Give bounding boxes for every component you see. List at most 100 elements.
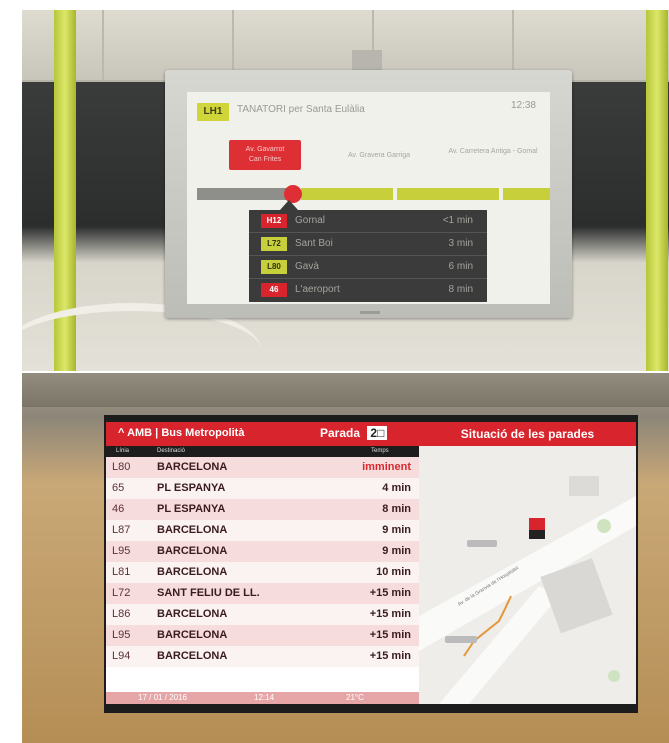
- connection-row: 46 L'aeroport 8 min: [249, 279, 487, 301]
- stop-label: Parada 2□: [320, 426, 388, 440]
- connection-row: L80 Gavà 6 min: [249, 256, 487, 279]
- current-stop-marker: [529, 530, 545, 539]
- connection-line-badge: L80: [261, 260, 287, 274]
- map-park: [608, 670, 620, 682]
- departure-time: 8 min: [382, 503, 411, 515]
- col-time-header: Temps: [371, 448, 389, 454]
- connections-pointer: [280, 200, 298, 210]
- current-stop-marker: [529, 518, 545, 530]
- column-headers: Línia Destinació Temps: [106, 446, 419, 457]
- departure-row: L81 BARCELONA 10 min: [106, 562, 419, 583]
- departure-time: 10 min: [376, 566, 411, 578]
- clock: 12:38: [511, 100, 536, 112]
- departure-line: L95: [112, 629, 131, 641]
- amb-brand-text: AMB | Bus Metropolità: [127, 427, 245, 439]
- departure-destination: BARCELONA: [157, 650, 228, 662]
- connection-row: H12 Gornal <1 min: [249, 210, 487, 233]
- connections-panel: H12 Gornal <1 min L72 Sant Boi 3 min L80…: [249, 210, 487, 302]
- departure-line: L80: [112, 461, 131, 473]
- parada-label: Parada: [320, 426, 361, 440]
- clock-time: 12:38: [510, 100, 536, 111]
- map-park: [597, 519, 611, 533]
- departure-destination: BARCELONA: [157, 461, 228, 473]
- monitor-bracket: [352, 50, 382, 72]
- connection-destination: L'aeroport: [295, 284, 340, 295]
- departure-destination: BARCELONA: [157, 545, 228, 557]
- shelter-ceiling: [22, 373, 669, 407]
- departure-row: 46 PL ESPANYA 8 min: [106, 499, 419, 520]
- departure-destination: SANT FELIU DE LL.: [157, 587, 260, 599]
- departure-line: 46: [112, 503, 125, 515]
- departures-panel: ^ AMB | Bus Metropolità Parada 2□ Línia …: [106, 422, 419, 704]
- route-destination: TANATORI per Santa Eulàlia: [237, 104, 365, 115]
- bus-stop-display-photo: ^ AMB | Bus Metropolità Parada 2□ Línia …: [22, 373, 669, 743]
- line-badge: LH1: [197, 103, 229, 121]
- stops-map-panel: Situació de les parades Av. de la Granvi…: [419, 422, 636, 704]
- map-title: Situació de les parades: [419, 422, 636, 446]
- connection-time: <1 min: [442, 215, 473, 226]
- departure-line: L95: [112, 545, 131, 557]
- route-progress-bar: [197, 185, 550, 203]
- connection-time: 3 min: [448, 238, 473, 249]
- connection-destination: Gornal: [295, 215, 326, 226]
- onboard-bus-display-photo: LH1 TANATORI per Santa Eulàlia 12:38 Av.…: [22, 10, 669, 371]
- departure-row: L87 BARCELONA 9 min: [106, 520, 419, 541]
- connection-destination: Gavà: [295, 261, 319, 272]
- connection-time: 8 min: [448, 284, 473, 295]
- stop-marker: [445, 636, 477, 643]
- onboard-monitor: LH1 TANATORI per Santa Eulàlia 12:38 Av.…: [165, 70, 572, 318]
- departure-row: L95 BARCELONA +15 min: [106, 625, 419, 646]
- current-stop-line1: Av. Gavarrot: [245, 146, 285, 153]
- status-footer: 17 / 01 / 2016 12:14 21°C: [106, 692, 419, 704]
- stop-display-monitor: ^ AMB | Bus Metropolità Parada 2□ Línia …: [104, 415, 638, 713]
- progress-segment: [397, 188, 499, 200]
- amb-brand: ^ AMB | Bus Metropolità: [118, 427, 244, 439]
- departure-destination: PL ESPANYA: [157, 482, 226, 494]
- departure-time: 4 min: [382, 482, 411, 494]
- departure-time: 9 min: [382, 545, 411, 557]
- route-header: LH1 TANATORI per Santa Eulàlia 12:38: [187, 92, 550, 132]
- departure-row: L95 BARCELONA 9 min: [106, 541, 419, 562]
- departure-destination: BARCELONA: [157, 608, 228, 620]
- stop-marker: [467, 540, 497, 547]
- connection-destination: Sant Boi: [295, 238, 333, 249]
- connection-line-badge: L72: [261, 237, 287, 251]
- departures-header: ^ AMB | Bus Metropolità Parada 2□: [106, 422, 419, 446]
- map-building: [569, 476, 599, 496]
- departure-row: L86 BARCELONA +15 min: [106, 604, 419, 625]
- departure-row: 65 PL ESPANYA 4 min: [106, 478, 419, 499]
- departure-row: L72 SANT FELIU DE LL. +15 min: [106, 583, 419, 604]
- stop-number-value: 2: [370, 426, 378, 440]
- departure-line: L72: [112, 587, 131, 599]
- stop-display-screen: ^ AMB | Bus Metropolità Parada 2□ Línia …: [106, 422, 636, 704]
- col-line-header: Línia: [116, 448, 130, 454]
- current-stop: Av. Gavarrot Can Frites: [229, 140, 301, 170]
- progress-segment: [503, 188, 550, 200]
- departure-time: +15 min: [369, 608, 411, 620]
- departure-destination: PL ESPANYA: [157, 503, 226, 515]
- departure-time: +15 min: [369, 587, 411, 599]
- departure-time: +15 min: [369, 629, 411, 641]
- departure-destination: BARCELONA: [157, 566, 228, 578]
- stops-map: Av. de la Granvia de l'Hospitalet: [419, 446, 636, 704]
- departure-time: 9 min: [382, 524, 411, 536]
- departure-row: L94 BARCELONA +15 min: [106, 646, 419, 667]
- stop-number: 2□: [367, 426, 388, 440]
- right-handrail-pole: [646, 10, 668, 371]
- progress-segment: [301, 188, 393, 200]
- footer-temperature: 21°C: [346, 693, 364, 702]
- departure-line: L86: [112, 608, 131, 620]
- next-stop-2: Av. Carretera Antiga - Gomal: [448, 148, 538, 155]
- connection-line-badge: 46: [261, 283, 287, 297]
- next-stop-1: Av. Gravera Garriga: [348, 152, 410, 159]
- amb-logo-icon: ^: [118, 427, 128, 439]
- departure-time: imminent: [362, 461, 411, 473]
- onboard-screen: LH1 TANATORI per Santa Eulàlia 12:38 Av.…: [187, 92, 550, 304]
- departure-time: +15 min: [369, 650, 411, 662]
- departure-line: L94: [112, 650, 131, 662]
- progress-done-segment: [197, 188, 287, 200]
- departure-destination: BARCELONA: [157, 524, 228, 536]
- footer-time: 12:14: [254, 693, 275, 702]
- departure-line: L87: [112, 524, 131, 536]
- monitor-brand-logo: [360, 311, 380, 314]
